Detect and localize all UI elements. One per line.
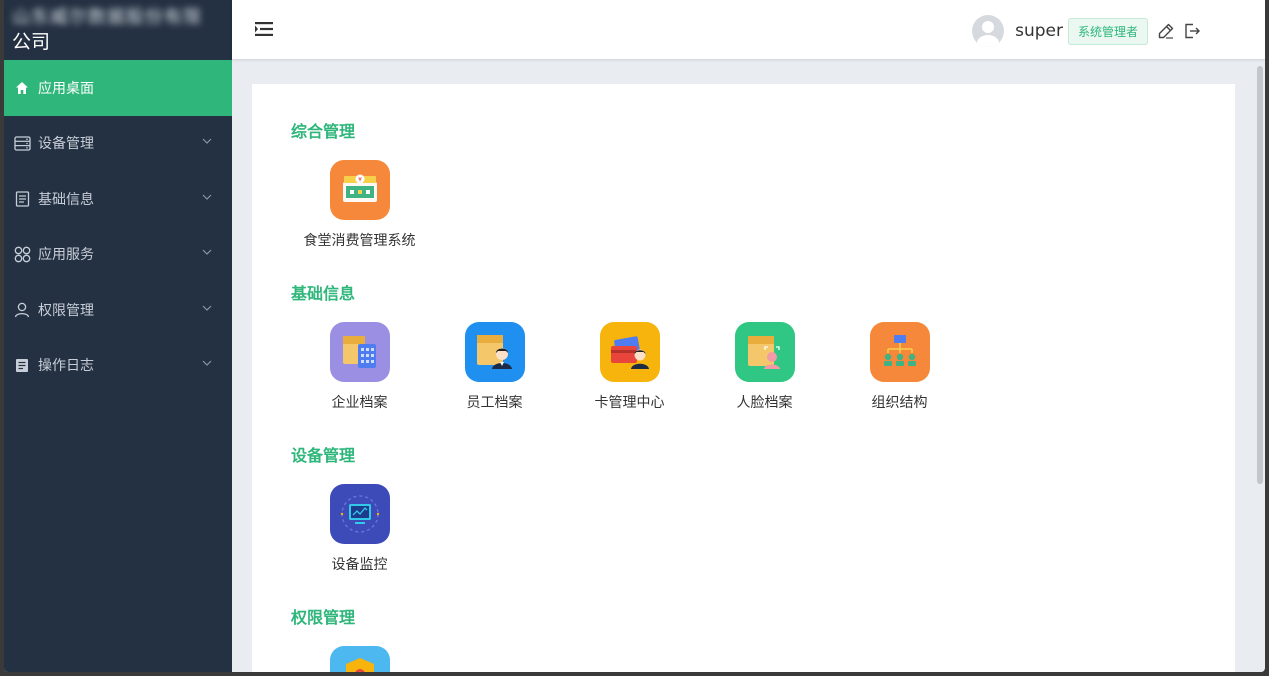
app-org-structure[interactable]: 组织结构: [832, 322, 967, 412]
app-employee-file[interactable]: 员工档案: [427, 322, 562, 412]
sidebar-item-desktop[interactable]: 应用桌面: [4, 60, 232, 116]
section-title-comprehensive: 综合管理: [291, 124, 356, 141]
canteen-icon: ¥: [329, 160, 390, 220]
home-icon: [13, 79, 31, 97]
app-label: 组织结构: [871, 394, 928, 410]
device-monitor-icon: [329, 484, 390, 544]
app-label: 企业档案: [331, 394, 388, 410]
user-area: super 系统管理者: [972, 15, 1209, 47]
section-title-device-management: 设备管理: [291, 448, 356, 465]
scrollbar-thumb[interactable]: [1257, 66, 1263, 484]
app-window: 山东威尔数据股份有限 公司 应用桌面 设备管理 基础信息 应用服务 权限管理 操…: [4, 0, 1265, 672]
app-enterprise-file[interactable]: 企业档案: [292, 322, 427, 412]
org-structure-icon: [869, 322, 930, 382]
section-title-permissions: 权限管理: [291, 610, 356, 627]
chevron-down-icon: [202, 249, 212, 256]
chevron-down-icon: [202, 138, 212, 145]
sidebar-item-label: 操作日志: [38, 357, 94, 374]
employee-file-icon: [464, 322, 525, 382]
face-file-icon: [734, 322, 795, 382]
permission-icon: [329, 646, 390, 672]
sidebar-item-label: 应用桌面: [38, 79, 94, 96]
username: super: [1015, 21, 1063, 41]
edit-icon[interactable]: [1157, 22, 1175, 40]
chevron-down-icon: [202, 360, 212, 367]
svg-text:¥: ¥: [358, 177, 362, 184]
card-center-icon: [599, 322, 660, 382]
company-name-line2: 公司: [12, 32, 51, 53]
role-badge: 系统管理者: [1067, 17, 1148, 45]
menu-collapse-icon[interactable]: [254, 20, 274, 38]
app-label: 人脸档案: [736, 394, 793, 410]
sidebar-item-app-services[interactable]: 应用服务: [4, 227, 232, 283]
app-label: 员工档案: [466, 394, 523, 410]
sidebar-item-device-management[interactable]: 设备管理: [4, 116, 232, 172]
app-label: 食堂消费管理系统: [303, 232, 416, 248]
app-card-center[interactable]: 卡管理中心: [562, 322, 697, 412]
document-icon: [13, 190, 31, 208]
avatar[interactable]: [972, 15, 1005, 47]
grid-icon: [13, 245, 31, 263]
sidebar-item-permissions[interactable]: 权限管理: [4, 282, 232, 338]
app-canteen[interactable]: ¥ 食堂消费管理系统: [292, 160, 427, 250]
sidebar-item-label: 设备管理: [38, 135, 94, 152]
sidebar-item-label: 应用服务: [38, 246, 94, 263]
notebook-icon: [13, 356, 31, 374]
company-name-line1: 山东威尔数据股份有限: [12, 7, 202, 27]
app-label: 卡管理中心: [594, 394, 665, 410]
logout-icon[interactable]: [1183, 22, 1201, 40]
sidebar: 山东威尔数据股份有限 公司 应用桌面 设备管理 基础信息 应用服务 权限管理 操…: [4, 0, 232, 672]
sidebar-item-label: 基础信息: [38, 190, 94, 207]
server-icon: [13, 134, 31, 152]
sidebar-item-label: 权限管理: [38, 301, 94, 318]
chevron-down-icon: [202, 194, 212, 200]
app-desktop-panel: 综合管理 ¥ 食堂消费管理系统 基础信息 企业档案 员工档案 卡管理中心 人脸档…: [252, 84, 1235, 672]
app-permission[interactable]: [292, 646, 427, 672]
app-label: 设备监控: [331, 556, 388, 572]
app-device-monitor[interactable]: 设备监控: [292, 484, 427, 574]
top-header: super 系统管理者: [232, 0, 1265, 59]
sidebar-item-operation-log[interactable]: 操作日志: [4, 338, 232, 394]
chevron-down-icon: [202, 305, 212, 311]
enterprise-file-icon: [329, 322, 390, 382]
section-title-basic-info: 基础信息: [291, 286, 356, 303]
app-face-file[interactable]: 人脸档案: [697, 322, 832, 412]
sidebar-item-basic-info[interactable]: 基础信息: [4, 171, 232, 227]
user-icon: [13, 301, 31, 319]
company-name: 山东威尔数据股份有限 公司: [4, 0, 232, 60]
